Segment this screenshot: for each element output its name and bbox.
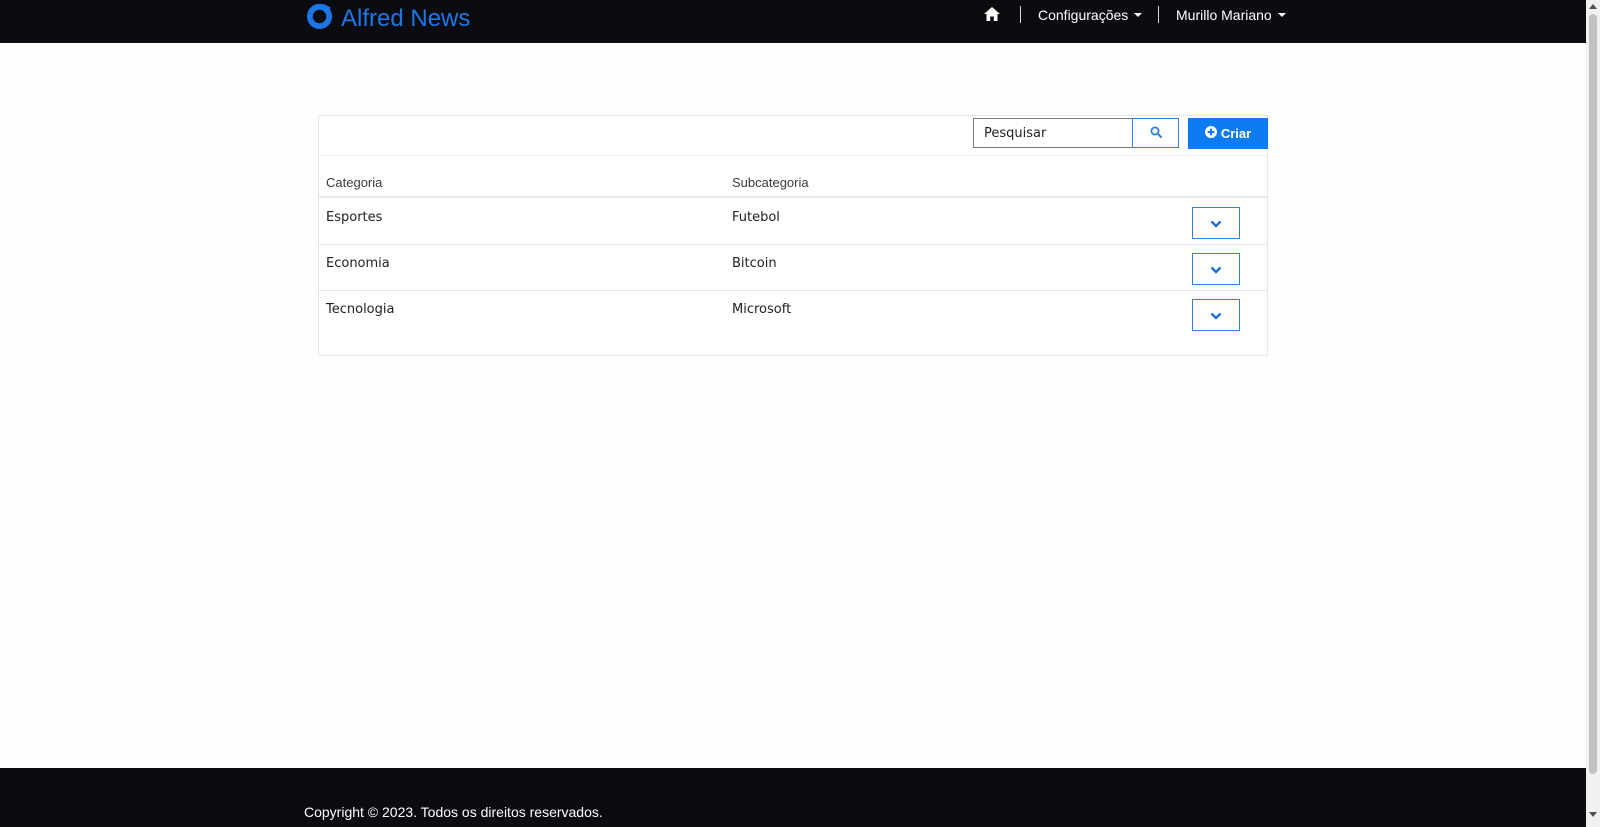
create-button[interactable]: Criar bbox=[1188, 118, 1268, 149]
settings-menu-label: Configurações bbox=[1038, 7, 1129, 23]
logo-ring-icon bbox=[306, 2, 333, 36]
table-row: Tecnologia Microsoft bbox=[319, 291, 1267, 337]
row-actions-button[interactable] bbox=[1192, 299, 1240, 331]
row-actions-button[interactable] bbox=[1192, 253, 1240, 285]
user-menu-label: Murillo Mariano bbox=[1176, 7, 1272, 23]
top-navbar: Alfred News Configurações Murillo Marian… bbox=[0, 0, 1586, 43]
user-menu[interactable]: Murillo Mariano bbox=[1176, 0, 1286, 30]
cell-subcategoria: Bitcoin bbox=[732, 256, 777, 271]
create-button-label: Criar bbox=[1220, 126, 1252, 141]
search-button[interactable] bbox=[1132, 118, 1179, 148]
search-icon bbox=[1150, 126, 1162, 141]
scroll-down-arrow-icon[interactable] bbox=[1589, 812, 1597, 817]
cell-categoria: Economia bbox=[326, 256, 390, 271]
copyright-text: Copyright © 2023. Todos os direitos rese… bbox=[304, 804, 603, 820]
table-row: Esportes Futebol bbox=[319, 199, 1267, 245]
chevron-down-icon bbox=[1210, 308, 1222, 323]
settings-menu[interactable]: Configurações bbox=[1038, 0, 1143, 30]
table-toolbar: Criar bbox=[319, 116, 1268, 156]
cell-categoria: Esportes bbox=[326, 210, 383, 225]
chevron-down-icon bbox=[1210, 216, 1222, 231]
search-input[interactable] bbox=[973, 118, 1133, 148]
table-header: Categoria Subcategoria bbox=[319, 156, 1267, 198]
table-row: Economia Bitcoin bbox=[319, 245, 1267, 291]
brand-link[interactable]: Alfred News bbox=[306, 2, 471, 36]
scrollbar-thumb[interactable] bbox=[1589, 14, 1597, 774]
category-panel: Criar Categoria Subcategoria Esportes Fu… bbox=[318, 115, 1268, 356]
home-icon bbox=[984, 6, 1000, 24]
cell-categoria: Tecnologia bbox=[326, 302, 395, 317]
plus-circle-icon bbox=[1204, 126, 1217, 141]
column-header-categoria: Categoria bbox=[326, 175, 383, 190]
caret-down-icon bbox=[1277, 13, 1286, 17]
page-footer: Copyright © 2023. Todos os direitos rese… bbox=[0, 768, 1586, 827]
cell-subcategoria: Microsoft bbox=[732, 302, 792, 317]
brand-title: Alfred News bbox=[341, 5, 471, 32]
home-link[interactable] bbox=[984, 0, 1002, 30]
nav-divider bbox=[1158, 6, 1159, 23]
row-actions-button[interactable] bbox=[1192, 207, 1240, 239]
cell-subcategoria: Futebol bbox=[732, 210, 780, 225]
chevron-down-icon bbox=[1210, 262, 1222, 277]
caret-down-icon bbox=[1134, 13, 1143, 17]
column-header-subcategoria: Subcategoria bbox=[732, 175, 809, 190]
nav-divider bbox=[1020, 6, 1021, 23]
page-scrollbar[interactable] bbox=[1586, 0, 1600, 827]
scroll-up-arrow-icon[interactable] bbox=[1589, 4, 1597, 9]
